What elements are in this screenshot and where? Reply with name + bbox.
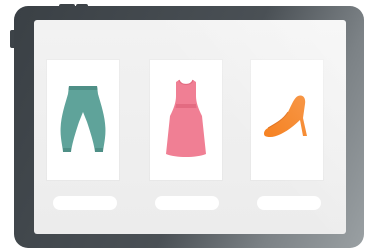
dress-icon bbox=[166, 79, 206, 157]
high-heel-icon bbox=[264, 95, 307, 138]
product-card-shoe[interactable] bbox=[251, 60, 323, 180]
illustration bbox=[0, 0, 374, 250]
pants-icon bbox=[60, 86, 106, 152]
product-card-pants[interactable] bbox=[47, 60, 119, 180]
product-label-placeholder bbox=[257, 196, 321, 210]
tablet-frame bbox=[14, 6, 364, 248]
tablet-screen bbox=[34, 20, 346, 234]
product-label-placeholder bbox=[53, 196, 117, 210]
product-label-placeholder bbox=[155, 196, 219, 210]
product-card-dress[interactable] bbox=[150, 60, 222, 180]
